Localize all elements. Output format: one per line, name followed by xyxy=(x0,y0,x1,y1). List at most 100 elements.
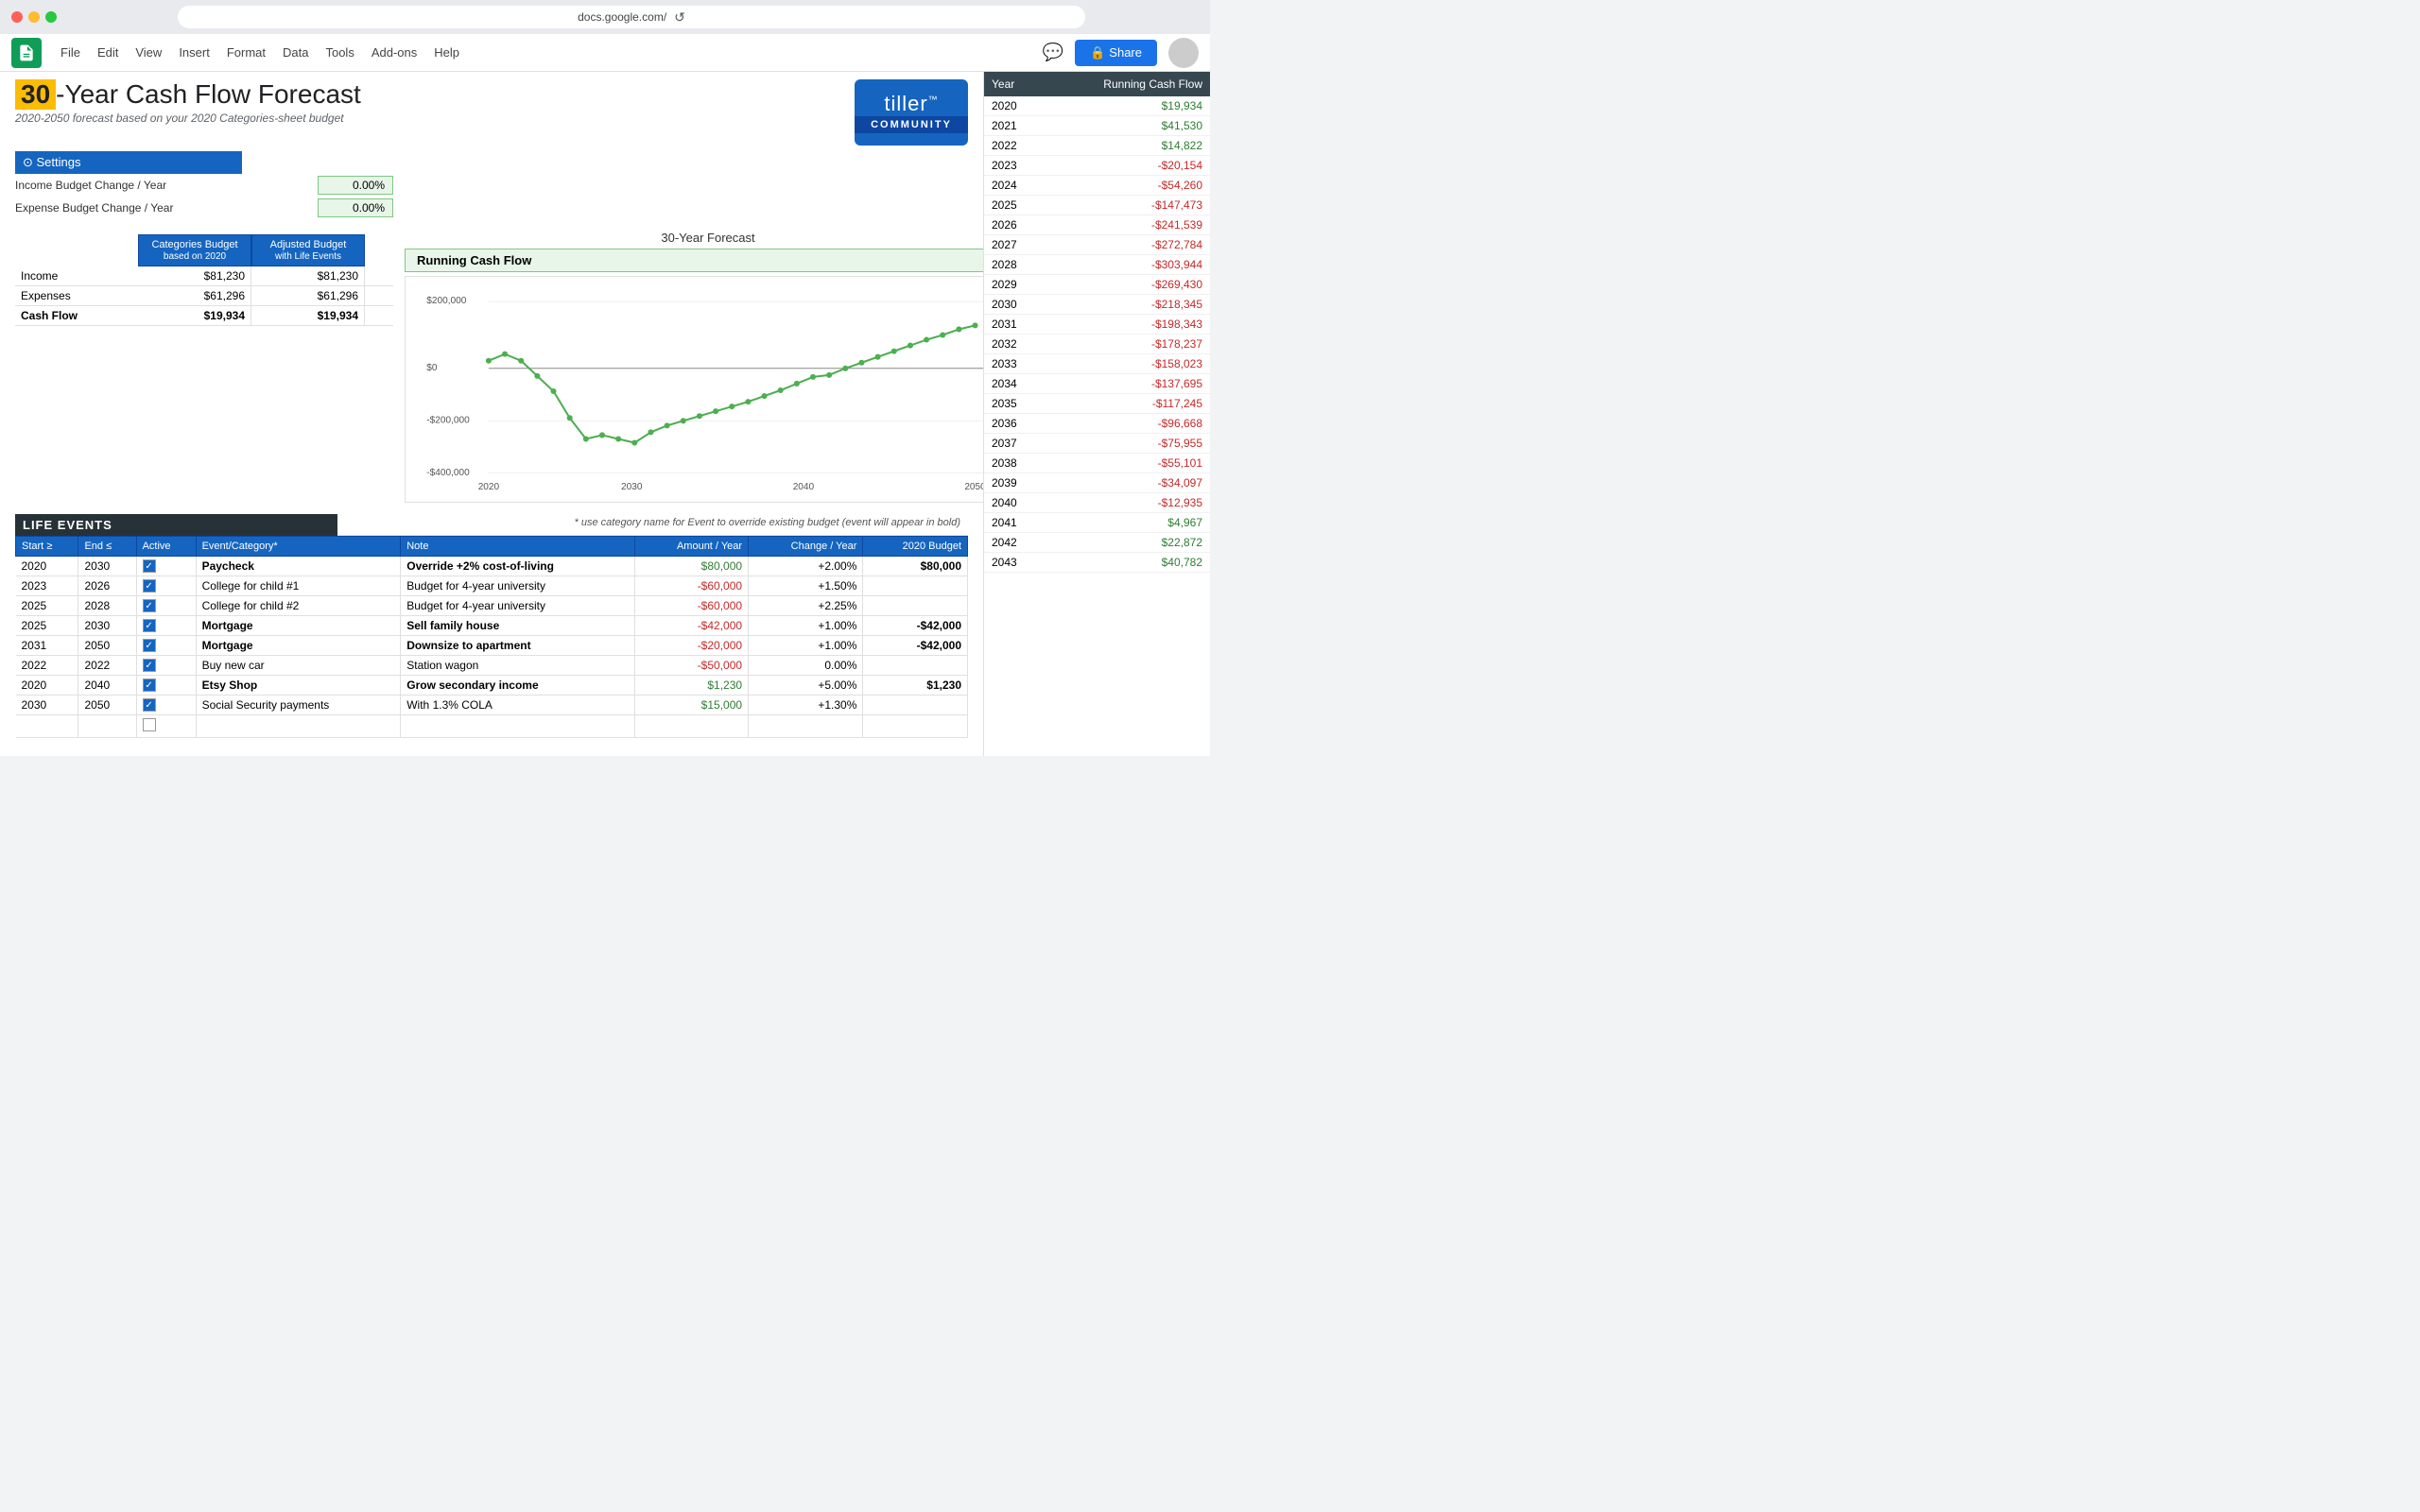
le-end: 2022 xyxy=(78,656,136,676)
le-header-row: LIFE EVENTS * use category name for Even… xyxy=(15,514,968,536)
table-row: 2030 -$218,345 xyxy=(984,295,1210,315)
rcf-cell: -$198,343 xyxy=(1043,315,1210,335)
year-cell: 2031 xyxy=(984,315,1043,335)
le-active[interactable]: ✓ xyxy=(136,576,196,596)
rcf-cell: -$117,245 xyxy=(1043,394,1210,414)
cf-cell-label: Cash Flow xyxy=(15,306,138,325)
svg-text:2030: 2030 xyxy=(621,482,643,492)
svg-text:-$200,000: -$200,000 xyxy=(426,415,470,425)
table-row: 2025 -$147,473 xyxy=(984,196,1210,215)
year-cell: 2033 xyxy=(984,354,1043,374)
le-amount: -$20,000 xyxy=(634,636,748,656)
le-active[interactable]: ✓ xyxy=(136,696,196,715)
table-row: 2022 $14,822 xyxy=(984,136,1210,156)
menu-addons[interactable]: Add-ons xyxy=(364,42,424,63)
checkbox[interactable]: ✓ xyxy=(143,698,156,712)
le-end: 2050 xyxy=(78,636,136,656)
year-cell: 2027 xyxy=(984,235,1043,255)
le-active[interactable]: ✓ xyxy=(136,656,196,676)
cf-data-row: Income $81,230 $81,230 xyxy=(15,266,393,286)
year-cell: 2041 xyxy=(984,513,1043,533)
checkbox[interactable]: ✓ xyxy=(143,559,156,573)
menu-file[interactable]: File xyxy=(53,42,88,63)
le-active[interactable]: ✓ xyxy=(136,596,196,616)
browser-chrome: docs.google.com/ ↺ xyxy=(0,0,1210,34)
income-value[interactable]: 0.00% xyxy=(318,176,393,195)
le-event: College for child #1 xyxy=(196,576,401,596)
rcf-cell: -$34,097 xyxy=(1043,473,1210,493)
le-note-cell xyxy=(401,715,634,738)
le-note-cell: With 1.3% COLA xyxy=(401,696,634,715)
menu-data[interactable]: Data xyxy=(275,42,316,63)
le-active[interactable]: ✓ xyxy=(136,636,196,656)
title-rest: -Year Cash Flow Forecast xyxy=(56,79,361,110)
le-event: Mortgage xyxy=(196,636,401,656)
cf-cell-col1: $61,296 xyxy=(138,286,251,305)
le-event: College for child #2 xyxy=(196,596,401,616)
chart-dropdown[interactable]: Running Cash Flow ▼ xyxy=(405,249,983,272)
le-active[interactable]: ✓ xyxy=(136,616,196,636)
menu-tools[interactable]: Tools xyxy=(318,42,361,63)
le-budget xyxy=(863,596,968,616)
le-start: 2023 xyxy=(16,576,78,596)
minimize-button[interactable] xyxy=(28,11,40,23)
le-active[interactable]: ✓ xyxy=(136,676,196,696)
reload-icon[interactable]: ↺ xyxy=(674,9,685,26)
year-cell: 2042 xyxy=(984,533,1043,553)
mid-section: 2020Cash Flow Categories Budget based on… xyxy=(15,227,968,507)
menu-format[interactable]: Format xyxy=(219,42,273,63)
maximize-button[interactable] xyxy=(45,11,57,23)
comments-icon[interactable]: 💬 xyxy=(1043,43,1063,62)
list-item: 2025 2030 ✓ Mortgage Sell family house -… xyxy=(16,616,968,636)
checkbox[interactable] xyxy=(143,718,156,731)
checkbox[interactable]: ✓ xyxy=(143,599,156,612)
share-label: Share xyxy=(1109,45,1142,60)
rcf-cell: -$75,955 xyxy=(1043,434,1210,454)
rcf-cell: $41,530 xyxy=(1043,116,1210,136)
checkbox[interactable]: ✓ xyxy=(143,639,156,652)
year-table: Year Running Cash Flow 2020 $19,934 2021… xyxy=(984,72,1210,573)
share-button[interactable]: 🔒 Share xyxy=(1075,40,1157,66)
rcf-cell: -$303,944 xyxy=(1043,255,1210,275)
le-note-cell: Budget for 4-year university xyxy=(401,576,634,596)
le-active[interactable]: ✓ xyxy=(136,557,196,576)
checkbox[interactable]: ✓ xyxy=(143,619,156,632)
year-cell: 2028 xyxy=(984,255,1043,275)
table-row: 2033 -$158,023 xyxy=(984,354,1210,374)
avatar[interactable] xyxy=(1168,38,1199,68)
table-row: 2029 -$269,430 xyxy=(984,275,1210,295)
checkbox[interactable]: ✓ xyxy=(143,659,156,672)
rcf-cell: $22,872 xyxy=(1043,533,1210,553)
table-row: 2034 -$137,695 xyxy=(984,374,1210,394)
expense-value[interactable]: 0.00% xyxy=(318,198,393,217)
menu-edit[interactable]: Edit xyxy=(90,42,126,63)
rcf-cell: $19,934 xyxy=(1043,96,1210,116)
cf-cell-label: Income xyxy=(15,266,138,285)
cf-categories-header: Categories Budget based on 2020 xyxy=(138,234,251,266)
menu-help[interactable]: Help xyxy=(426,42,467,63)
le-change: +1.30% xyxy=(749,696,863,715)
close-button[interactable] xyxy=(11,11,23,23)
cf-adjusted-header: Adjusted Budget with Life Events xyxy=(251,234,365,266)
checkbox[interactable]: ✓ xyxy=(143,679,156,692)
le-start: 2031 xyxy=(16,636,78,656)
cf-cell-col1: $81,230 xyxy=(138,266,251,285)
le-end: 2026 xyxy=(78,576,136,596)
le-start: 2020 xyxy=(16,557,78,576)
checkbox[interactable]: ✓ xyxy=(143,579,156,593)
rcf-cell: $40,782 xyxy=(1043,553,1210,573)
menu-insert[interactable]: Insert xyxy=(171,42,217,63)
year-cell: 2023 xyxy=(984,156,1043,176)
address-bar[interactable]: docs.google.com/ ↺ xyxy=(178,6,1085,28)
table-row: 2028 -$303,944 xyxy=(984,255,1210,275)
list-item: 2022 2022 ✓ Buy new car Station wagon -$… xyxy=(16,656,968,676)
le-active[interactable] xyxy=(136,715,196,738)
settings-section: ⊙ Settings Income Budget Change / Year 0… xyxy=(15,151,968,219)
menu-view[interactable]: View xyxy=(128,42,169,63)
list-item xyxy=(16,715,968,738)
tiller-logo: tiller™ COMMUNITY xyxy=(855,79,968,146)
le-amount: $1,230 xyxy=(634,676,748,696)
le-amount: -$50,000 xyxy=(634,656,748,676)
year-cell: 2020 xyxy=(984,96,1043,116)
le-header: LIFE EVENTS xyxy=(15,514,337,536)
